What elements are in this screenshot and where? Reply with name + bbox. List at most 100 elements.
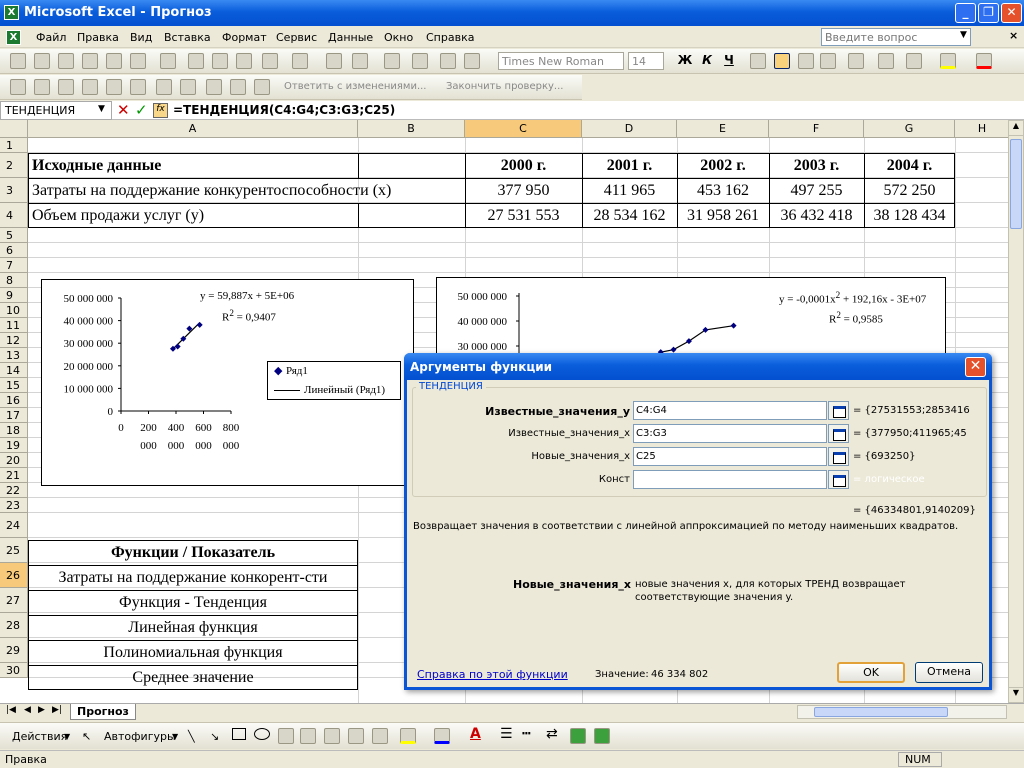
column-header-a[interactable]: A xyxy=(28,120,358,138)
dialog-title[interactable]: Аргументы функции xyxy=(404,353,992,380)
oval-icon[interactable] xyxy=(254,728,270,740)
review-icon-10[interactable] xyxy=(230,79,246,95)
clipart-icon[interactable] xyxy=(348,728,364,744)
row-header-3[interactable]: 3 xyxy=(0,178,28,203)
chevron-down-icon[interactable]: ▼ xyxy=(98,104,105,114)
column-header-b[interactable]: B xyxy=(358,120,465,138)
column-header-g[interactable]: G xyxy=(864,120,955,138)
borders-icon[interactable] xyxy=(906,53,922,69)
cell-c2[interactable]: 2000 г. xyxy=(465,154,582,178)
menu-edit[interactable]: Правка xyxy=(77,31,119,44)
row-header-16[interactable]: 16 xyxy=(0,393,28,408)
cell-d2[interactable]: 2001 г. xyxy=(582,154,677,178)
row-header-6[interactable]: 6 xyxy=(0,243,28,258)
autoshapes-menu[interactable]: Автофигуры xyxy=(104,730,176,743)
row-header-13[interactable]: 13 xyxy=(0,348,28,363)
cell-a27[interactable]: Линейная функция xyxy=(28,616,358,640)
collapse-dialog-icon[interactable] xyxy=(828,447,849,466)
cell-g2[interactable]: 2004 г. xyxy=(864,154,955,178)
column-header-h[interactable]: H xyxy=(955,120,1010,138)
review-icon-8[interactable] xyxy=(180,79,196,95)
copy-icon[interactable] xyxy=(212,53,228,69)
row-header-26[interactable]: 26 xyxy=(0,563,28,588)
next-sheet-icon[interactable]: ▶ xyxy=(38,705,45,715)
end-review-button[interactable]: Закончить проверку... xyxy=(446,81,563,92)
review-icon-5[interactable] xyxy=(106,79,122,95)
arrow-style-icon[interactable]: ⇄ xyxy=(546,726,558,742)
italic-icon[interactable]: К xyxy=(698,53,716,67)
cell-e3[interactable]: 453 162 xyxy=(677,179,769,203)
sort-icon[interactable] xyxy=(384,53,400,69)
collapse-dialog-icon[interactable] xyxy=(828,401,849,420)
restore-button[interactable]: ❐ xyxy=(978,3,999,23)
menu-format[interactable]: Формат xyxy=(222,31,267,44)
help-icon[interactable] xyxy=(464,53,480,69)
chevron-down-icon[interactable]: ▼ xyxy=(960,30,967,40)
menu-tools[interactable]: Сервис xyxy=(276,31,317,44)
font-color-icon[interactable] xyxy=(976,53,992,69)
first-sheet-icon[interactable]: |◀ xyxy=(6,705,16,715)
cell-f2[interactable]: 2003 г. xyxy=(769,154,864,178)
bold-icon[interactable]: Ж xyxy=(676,53,694,67)
vertical-scroll-thumb[interactable] xyxy=(1010,139,1022,229)
align-left-icon[interactable] xyxy=(750,53,766,69)
cancel-icon[interactable]: ✕ xyxy=(117,101,130,119)
spelling-icon[interactable] xyxy=(160,53,176,69)
save-icon[interactable] xyxy=(58,53,74,69)
sheet-tab-forecast[interactable]: Прогноз xyxy=(70,704,136,720)
underline-icon[interactable]: Ч xyxy=(720,53,738,67)
cell-a28[interactable]: Полиномиальная функция xyxy=(28,641,358,665)
cell-f3[interactable]: 497 255 xyxy=(769,179,864,203)
line-color-icon[interactable] xyxy=(434,728,450,744)
undo-icon[interactable] xyxy=(262,53,278,69)
row-header-1[interactable]: 1 xyxy=(0,138,28,153)
dialog-close-button[interactable]: ✕ xyxy=(965,357,986,377)
open-icon[interactable] xyxy=(34,53,50,69)
column-header-e[interactable]: E xyxy=(677,120,769,138)
formula-input[interactable]: =ТЕНДЕНЦИЯ(C4:G4;C3:G3;C25) xyxy=(173,103,395,117)
scroll-up-icon[interactable]: ▲ xyxy=(1009,121,1023,136)
row-header-17[interactable]: 17 xyxy=(0,408,28,423)
new-x-input[interactable]: C25 xyxy=(633,447,827,466)
chevron-down-icon[interactable]: ▼ xyxy=(64,732,70,741)
chevron-down-icon[interactable]: ▼ xyxy=(172,732,178,741)
permission-icon[interactable] xyxy=(82,53,98,69)
row-header-11[interactable]: 11 xyxy=(0,318,28,333)
drawing-icon[interactable] xyxy=(440,53,456,69)
arrow-icon[interactable]: ↘ xyxy=(210,730,219,743)
menu-view[interactable]: Вид xyxy=(130,31,152,44)
workbook-icon[interactable]: X xyxy=(6,30,21,45)
row-header-19[interactable]: 19 xyxy=(0,438,28,453)
row-header-18[interactable]: 18 xyxy=(0,423,28,438)
row-header-24[interactable]: 24 xyxy=(0,513,28,538)
cell-e4[interactable]: 31 958 261 xyxy=(677,204,769,228)
cancel-button[interactable]: Отмена xyxy=(915,662,983,683)
last-sheet-icon[interactable]: ▶| xyxy=(52,705,62,715)
row-header-27[interactable]: 27 xyxy=(0,588,28,613)
cell-g3[interactable]: 572 250 xyxy=(864,179,955,203)
name-box[interactable]: ТЕНДЕНЦИЯ xyxy=(0,101,112,120)
fill-color-draw-icon[interactable] xyxy=(400,728,416,744)
close-button[interactable]: ✕ xyxy=(1001,3,1022,23)
line-style-icon[interactable]: ☰ xyxy=(500,726,513,742)
row-header-29[interactable]: 29 xyxy=(0,638,28,663)
menu-insert[interactable]: Вставка xyxy=(164,31,211,44)
row-header-4[interactable]: 4 xyxy=(0,203,28,228)
collapse-dialog-icon[interactable] xyxy=(828,424,849,443)
row-header-15[interactable]: 15 xyxy=(0,378,28,393)
column-header-f[interactable]: F xyxy=(769,120,864,138)
row-header-2[interactable]: 2 xyxy=(0,153,28,178)
close-workbook-icon[interactable]: × xyxy=(1009,29,1018,42)
cell-c4[interactable]: 27 531 553 xyxy=(465,204,582,228)
review-icon-11[interactable] xyxy=(254,79,270,95)
3d-style-icon[interactable] xyxy=(594,728,610,744)
ok-button[interactable]: OK xyxy=(837,662,905,683)
row-header-23[interactable]: 23 xyxy=(0,498,28,513)
cell-d3[interactable]: 411 965 xyxy=(582,179,677,203)
enter-icon[interactable]: ✓ xyxy=(135,101,148,119)
dash-style-icon[interactable]: ┅ xyxy=(522,726,530,742)
row-header-10[interactable]: 10 xyxy=(0,303,28,318)
horizontal-scrollbar[interactable] xyxy=(797,705,1007,719)
hyperlink-icon[interactable] xyxy=(326,53,342,69)
cell-a3[interactable]: Затраты на поддержание конкурентоспособн… xyxy=(32,179,391,203)
